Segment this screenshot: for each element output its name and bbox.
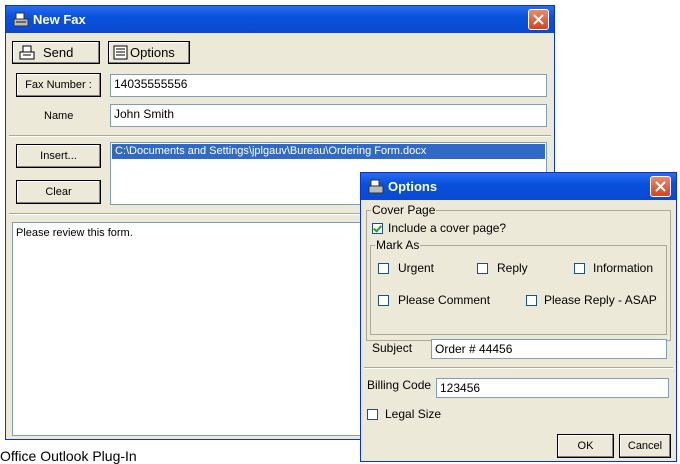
ok-label: OK (577, 440, 594, 452)
fax-number-label: Fax Number : (25, 79, 92, 91)
close-icon (655, 181, 666, 192)
billing-code-label: Billing Code (367, 378, 432, 392)
ok-button[interactable]: OK (557, 434, 614, 458)
fax-app-icon (13, 12, 29, 27)
mark-as-group (370, 245, 667, 335)
information-label: Information (593, 261, 654, 275)
clear-button[interactable]: Clear (16, 180, 101, 204)
mark-as-group-label: Mark As (375, 238, 421, 252)
options-separator (364, 367, 673, 369)
new-fax-titlebar[interactable]: New Fax (6, 6, 554, 33)
please-reply-asap-checkbox[interactable] (526, 295, 537, 306)
options-titlebar[interactable]: Options (361, 173, 676, 200)
subject-input[interactable]: Order # 44456 (431, 339, 667, 359)
information-checkbox[interactable] (574, 263, 585, 274)
insert-button[interactable]: Insert... (16, 144, 101, 168)
attachment-path: C:\Documents and Settings\jplgauv\Bureau… (115, 145, 427, 157)
urgent-checkbox[interactable] (378, 263, 389, 274)
options-button[interactable]: Options (108, 41, 190, 64)
message-body-text: Please review this form. (16, 227, 133, 239)
insert-label: Insert... (40, 150, 77, 162)
options-icon (113, 45, 128, 60)
name-label: Name (44, 110, 74, 122)
send-button[interactable]: Send (12, 41, 100, 64)
options-dialog: Options Cover Page Include a cover page?… (360, 172, 677, 462)
please-comment-label: Please Comment (398, 293, 491, 307)
header-separator (9, 135, 551, 137)
billing-code-input[interactable]: 123456 (436, 378, 669, 398)
fax-number-input[interactable]: 14035555556 (110, 74, 547, 97)
legal-size-checkbox[interactable] (367, 409, 378, 420)
cancel-button[interactable]: Cancel (619, 434, 671, 458)
please-comment-checkbox[interactable] (378, 295, 389, 306)
send-label: Send (43, 45, 74, 60)
name-input[interactable]: John Smith (110, 104, 547, 127)
window-title: New Fax (33, 12, 86, 27)
send-icon (19, 45, 35, 60)
include-cover-label: Include a cover page? (388, 221, 507, 235)
legal-size-label: Legal Size (385, 407, 442, 421)
reply-label: Reply (497, 261, 528, 275)
options-dialog-title: Options (388, 179, 438, 194)
reply-checkbox[interactable] (477, 263, 488, 274)
options-dialog-icon (368, 179, 384, 194)
include-cover-checkbox[interactable] (372, 223, 383, 234)
subject-label: Subject (372, 341, 413, 355)
options-close-button[interactable] (650, 176, 671, 197)
close-icon (533, 14, 544, 25)
fax-number-button[interactable]: Fax Number : (16, 73, 101, 97)
please-reply-asap-label: Please Reply - ASAP (544, 293, 657, 307)
cover-page-group-label: Cover Page (371, 203, 437, 217)
attachment-item[interactable]: C:\Documents and Settings\jplgauv\Bureau… (112, 144, 545, 159)
clear-label: Clear (45, 186, 72, 198)
options-label: Options (130, 45, 175, 60)
close-button[interactable] (528, 9, 549, 30)
urgent-label: Urgent (398, 261, 435, 275)
cancel-label: Cancel (627, 440, 663, 452)
